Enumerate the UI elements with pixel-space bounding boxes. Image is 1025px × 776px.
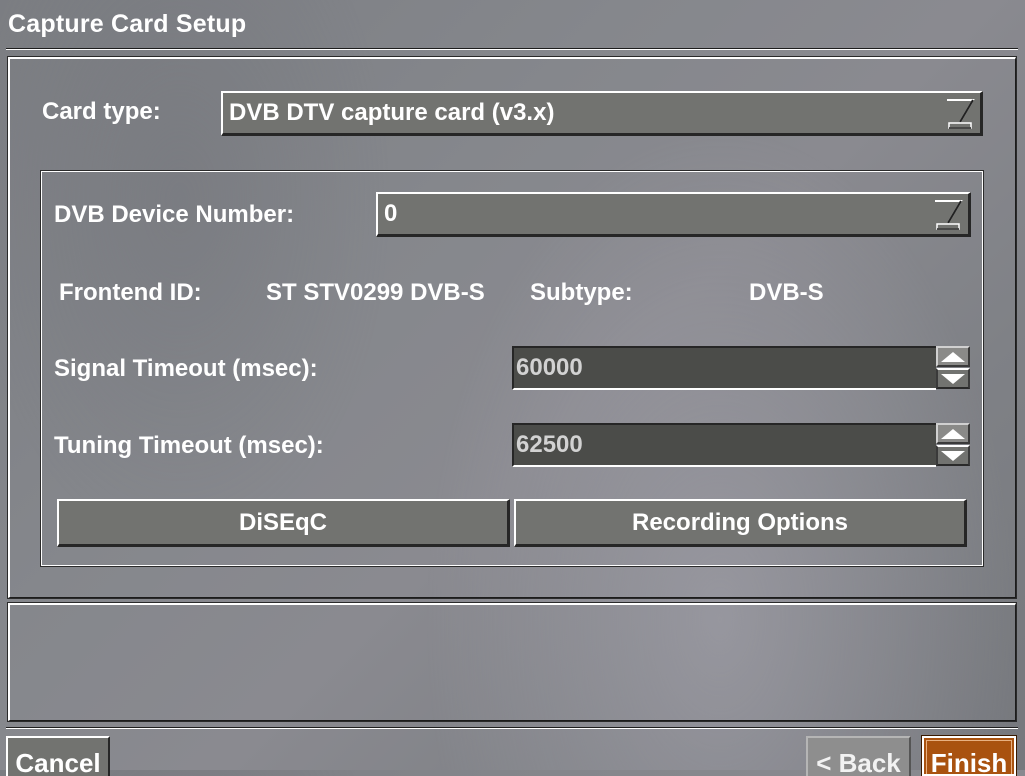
title-divider	[6, 48, 1018, 50]
recording-options-button[interactable]: Recording Options	[514, 499, 967, 547]
dropdown-arrow-icon	[935, 200, 963, 230]
signal-timeout-increment[interactable]	[936, 346, 970, 367]
dvb-device-number-label: DVB Device Number:	[54, 201, 295, 228]
signal-timeout-decrement[interactable]	[936, 368, 970, 389]
card-type-value: DVB DTV capture card (v3.x)	[229, 99, 555, 126]
dvb-device-number-select[interactable]: 0	[376, 192, 971, 237]
diseqc-button[interactable]: DiSEqC	[57, 499, 510, 547]
subtype-label: Subtype:	[530, 279, 633, 306]
tuning-timeout-decrement[interactable]	[936, 445, 970, 466]
footer-divider	[6, 727, 1018, 729]
finish-button[interactable]: Finish	[921, 735, 1017, 776]
signal-timeout-input[interactable]: 60000	[512, 346, 936, 390]
signal-timeout-label: Signal Timeout (msec):	[54, 355, 318, 382]
subtype-value: DVB-S	[749, 279, 824, 306]
help-text-area	[7, 602, 1017, 722]
dvb-device-number-value: 0	[384, 200, 398, 227]
arrow-up-icon	[941, 428, 965, 439]
back-button[interactable]: < Back	[806, 736, 911, 776]
dropdown-arrow-icon	[947, 99, 975, 129]
window-title: Capture Card Setup	[8, 10, 247, 38]
card-type-label: Card type:	[42, 98, 161, 125]
cancel-button[interactable]: Cancel	[6, 736, 110, 776]
tuning-timeout-label: Tuning Timeout (msec):	[54, 432, 324, 459]
card-type-select[interactable]: DVB DTV capture card (v3.x)	[221, 91, 983, 136]
tuning-timeout-increment[interactable]	[936, 423, 970, 444]
frontend-id-label: Frontend ID:	[59, 279, 202, 306]
arrow-up-icon	[941, 351, 965, 362]
frontend-id-value: ST STV0299 DVB-S	[266, 279, 485, 306]
arrow-down-icon	[941, 450, 965, 461]
tuning-timeout-input[interactable]: 62500	[512, 423, 936, 467]
arrow-down-icon	[941, 373, 965, 384]
